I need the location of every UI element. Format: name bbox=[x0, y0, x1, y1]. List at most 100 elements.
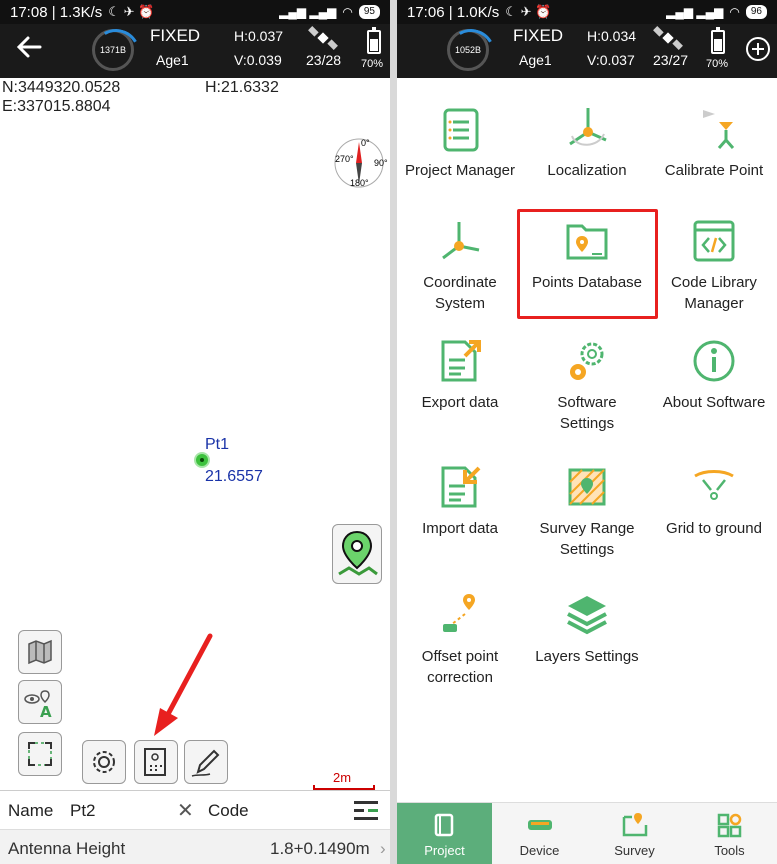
menu-item-label: Software Settings bbox=[557, 394, 617, 432]
signal-icon: ▂▄▆ ▂▄▆ bbox=[279, 5, 337, 19]
antenna-height-label: Antenna Height bbox=[8, 839, 126, 858]
code-label: Code bbox=[208, 801, 249, 820]
status-bar: 17:08 | 1.3K/s ☾ ✈ ⏰ ▂▄▆ ▂▄▆ ◠ 95 bbox=[0, 0, 390, 24]
export-data-icon bbox=[441, 340, 481, 382]
menu-item-import-data[interactable]: Import data bbox=[397, 462, 523, 539]
menu-item-label: Code Library Manager bbox=[671, 274, 757, 312]
nav-tab-device[interactable]: Device bbox=[492, 803, 587, 864]
compass-e: 90° bbox=[374, 158, 388, 168]
coordinate-readout: N:3449320.0528 E:337015.8804 H:21.6332 bbox=[0, 78, 390, 116]
nav-tab-label: Project bbox=[424, 843, 465, 858]
satellite-progress-ring: 1371B bbox=[92, 29, 134, 71]
easting: E:337015.8804 bbox=[2, 98, 111, 115]
draw-button[interactable] bbox=[184, 740, 228, 784]
v-precision: V:0.037 bbox=[587, 52, 635, 68]
menu-item-survey-range[interactable]: Survey Range Settings bbox=[524, 462, 650, 560]
satellite-count: 23/27 bbox=[653, 52, 689, 68]
project-menu-screen: 17:06 | 1.0K/s ☾ ✈ ⏰ ▂▄▆ ▂▄▆ ◠ 96 1052B … bbox=[397, 0, 777, 864]
menu-item-label: Layers Settings bbox=[535, 648, 639, 665]
highlight-box bbox=[517, 209, 658, 319]
menu-item-label: Offset point correction bbox=[421, 648, 499, 686]
menu-item-label: Project Manager bbox=[404, 162, 516, 179]
point-search-icon bbox=[144, 748, 166, 776]
layers-settings-icon bbox=[567, 596, 607, 635]
settings-button[interactable] bbox=[82, 740, 126, 784]
points-database-button[interactable] bbox=[134, 740, 178, 784]
nav-tab-project[interactable]: Project bbox=[397, 803, 492, 864]
status-time: 17:08 | 1.3K/s bbox=[10, 3, 103, 21]
menu-item-label: Export data bbox=[421, 394, 499, 411]
add-icon[interactable] bbox=[745, 36, 771, 62]
clear-icon[interactable]: ✕ bbox=[177, 798, 194, 823]
nav-tab-label: Tools bbox=[714, 843, 745, 858]
point-name-label: Pt1 bbox=[205, 436, 230, 453]
satellite-progress-ring: 1052B bbox=[447, 29, 489, 71]
solution-status: FIXED bbox=[150, 26, 201, 45]
status-time: 17:06 | 1.0K/s bbox=[407, 3, 500, 21]
menu-item-label: Coordinate System bbox=[423, 274, 497, 312]
point-elevation-label: 21.6557 bbox=[205, 468, 263, 485]
menu-item-label: Calibrate Point bbox=[664, 162, 764, 179]
age-value: Age1 bbox=[519, 52, 552, 68]
menu-item-coordinate-system[interactable]: Coordinate System bbox=[397, 216, 523, 314]
receiver-battery-icon bbox=[367, 27, 381, 54]
receiver-battery-label: 70% bbox=[361, 58, 384, 70]
compass-s: 180° bbox=[350, 178, 369, 188]
scale-label: 2m bbox=[333, 770, 352, 785]
menu-item-layers-settings[interactable]: Layers Settings bbox=[524, 590, 650, 667]
localization-icon bbox=[569, 108, 607, 146]
menu-item-about-software[interactable]: About Software bbox=[651, 336, 777, 413]
menu-item-label: Grid to ground bbox=[666, 520, 762, 537]
menu-item-project-manager[interactable]: Project Manager bbox=[397, 104, 523, 181]
import-data-icon bbox=[441, 466, 481, 508]
coordinate-system-icon bbox=[442, 222, 480, 260]
label-toggle-button[interactable]: A bbox=[18, 680, 62, 724]
age-value: Age1 bbox=[156, 52, 189, 68]
menu-item-localization[interactable]: Localization bbox=[524, 104, 650, 181]
gnss-status-bar[interactable]: 1052B FIXED Age1 H:0.034 V:0.037 23/27 7… bbox=[397, 24, 777, 78]
code-library-icon bbox=[693, 220, 735, 262]
point-name-row: Name Pt2 ✕ Code bbox=[0, 790, 390, 830]
gnss-status-bar[interactable]: 1371B FIXED Age1 H:0.037 V:0.039 23/28 7… bbox=[0, 24, 390, 78]
northing: N:3449320.0528 bbox=[2, 79, 121, 96]
scale-bar: 2m bbox=[313, 770, 375, 792]
menu-item-code-library[interactable]: Code Library Manager bbox=[651, 216, 777, 314]
signal-icon: ▂▄▆ ▂▄▆ bbox=[666, 5, 724, 19]
basemap-button[interactable] bbox=[18, 630, 62, 674]
menu-item-label: Import data bbox=[422, 520, 498, 537]
menu-item-offset-point[interactable]: Offset point correction bbox=[397, 590, 523, 688]
nav-tab-tools[interactable]: Tools bbox=[682, 803, 777, 864]
nav-tab-label: Survey bbox=[614, 843, 655, 858]
receiver-battery-label: 70% bbox=[706, 58, 729, 70]
locate-button[interactable] bbox=[332, 524, 382, 584]
about-software-icon bbox=[693, 340, 735, 382]
compass[interactable]: 0° 90° 180° 270° bbox=[334, 134, 388, 192]
back-arrow-icon[interactable] bbox=[14, 32, 44, 62]
status-icons: ☾ ✈ ⏰ bbox=[108, 4, 155, 19]
status-right: ▂▄▆ ▂▄▆ ◠ 95 bbox=[279, 5, 380, 19]
device-tab-icon bbox=[527, 820, 552, 830]
map-layers-icon bbox=[28, 639, 52, 665]
antenna-height-row[interactable]: Antenna Height 1.8+0.1490m › bbox=[0, 830, 390, 864]
expand-icon bbox=[28, 742, 52, 766]
status-right: ▂▄▆ ▂▄▆ ◠ 96 bbox=[666, 5, 767, 19]
calibrate-point-icon bbox=[703, 110, 735, 149]
satellite-icon bbox=[653, 26, 683, 50]
grid-to-ground-icon bbox=[694, 470, 734, 500]
receiver-battery-icon bbox=[711, 27, 725, 54]
menu-item-grid-to-ground[interactable]: Grid to ground bbox=[651, 462, 777, 539]
menu-item-calibrate-point[interactable]: Calibrate Point bbox=[651, 104, 777, 181]
survey-tab-icon bbox=[622, 813, 647, 837]
offset-point-icon bbox=[443, 594, 475, 632]
menu-item-software-settings[interactable]: Software Settings bbox=[524, 336, 650, 434]
menu-item-export-data[interactable]: Export data bbox=[397, 336, 523, 413]
pencil-icon bbox=[191, 749, 220, 777]
nav-tab-label: Device bbox=[519, 843, 560, 858]
point-name-input[interactable]: Pt2 bbox=[70, 801, 96, 821]
code-list-icon[interactable] bbox=[352, 799, 380, 823]
menu-item-label: Survey Range Settings bbox=[539, 520, 635, 558]
v-precision: V:0.039 bbox=[234, 52, 282, 68]
nav-tab-survey[interactable]: Survey bbox=[587, 803, 682, 864]
fit-extent-button[interactable] bbox=[18, 732, 62, 776]
survey-point-marker[interactable] bbox=[194, 452, 210, 468]
